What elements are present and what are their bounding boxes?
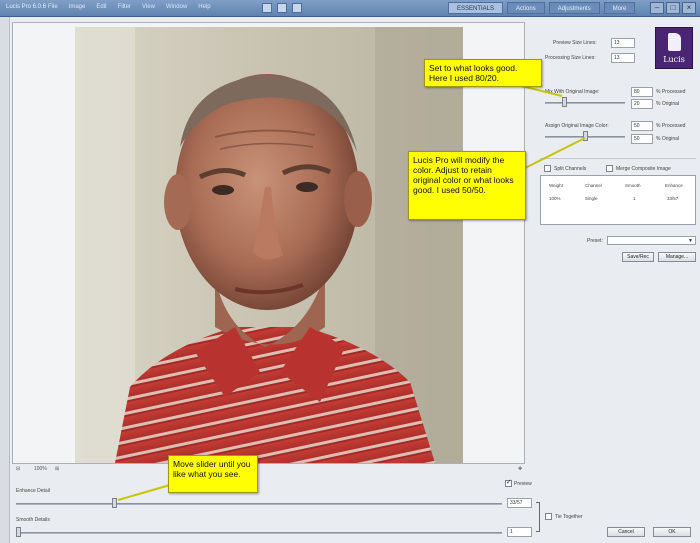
header-weight: Weight — [549, 183, 563, 188]
mix-original-field[interactable]: 20 — [631, 99, 653, 109]
assign-processed-unit: % Processed — [656, 123, 686, 129]
grid-icon[interactable] — [262, 3, 272, 13]
header-enhance: Enhance — [665, 183, 683, 188]
menu-file[interactable]: File — [48, 4, 58, 10]
preview-size-field[interactable]: 13 — [611, 38, 635, 48]
preset-dropdown[interactable]: ▼ — [607, 236, 696, 245]
assign-label: Assign Original Image Color: — [545, 123, 609, 129]
logo-text: Lucis — [663, 55, 685, 64]
minimize-icon[interactable]: – — [650, 2, 664, 14]
layout-icon[interactable] — [277, 3, 287, 13]
cell-channel: Single — [585, 196, 598, 201]
screen-mode-icon[interactable] — [292, 3, 302, 13]
tab-more[interactable]: More — [603, 2, 636, 14]
menu-window[interactable]: Window — [166, 4, 187, 10]
smooth-details-label: Smooth Details — [16, 517, 50, 523]
cell-weight: 100% — [549, 196, 561, 201]
zoom-icon[interactable]: ⊟ — [16, 466, 20, 472]
header-smooth: Smooth — [625, 183, 641, 188]
preview-checkbox[interactable] — [505, 478, 512, 487]
mix-slider[interactable] — [562, 97, 567, 107]
enhance-detail-label: Enhance Detail — [16, 488, 50, 494]
slider-callout: Move slider until you like what you see. — [168, 455, 258, 493]
header-channel: Channel — [585, 183, 602, 188]
pan-icon[interactable]: ✥ — [518, 466, 522, 472]
tab-adjustments[interactable]: Adjustments — [548, 2, 600, 14]
preview-footer: ⊟ 100% ⊞ ✥ — [12, 464, 525, 474]
processing-size-label: Processing Size Lines: — [545, 55, 596, 61]
merge-composite-label: Merge Composite Image — [616, 166, 671, 172]
settings-panel — [527, 22, 698, 542]
cell-smooth: 1 — [633, 196, 636, 201]
assign-slider[interactable] — [583, 131, 588, 141]
cell-enhance: 33/57 — [667, 196, 679, 201]
manage-presets-button[interactable]: Manage... — [658, 252, 696, 262]
portrait-photo — [75, 27, 463, 463]
split-channels-checkbox[interactable] — [544, 165, 551, 172]
window-controls: – □ × — [650, 2, 696, 14]
channel-table: Weight Channel Smooth Enhance 100% Singl… — [540, 175, 696, 225]
preview-size-label: Preview Size Lines: — [553, 40, 597, 46]
mix-processed-field[interactable]: 80 — [631, 87, 653, 97]
zoom-level: 100% — [34, 466, 47, 472]
smooth-details-track[interactable] — [16, 532, 502, 534]
close-icon[interactable]: × — [682, 2, 696, 14]
preview-image[interactable] — [75, 27, 463, 463]
menu-bar: File Image Edit Filter View Window Help — [48, 4, 211, 10]
menu-filter[interactable]: Filter — [118, 4, 131, 10]
color-callout: Lucis Pro will modify the color. Adjust … — [408, 151, 526, 220]
zoom-in-icon[interactable]: ⊞ — [55, 466, 59, 472]
lucis-logo: Lucis — [655, 27, 693, 69]
menu-image[interactable]: Image — [69, 4, 86, 10]
panel-divider — [540, 158, 696, 159]
tab-actions[interactable]: Actions — [507, 2, 545, 14]
enhance-detail-track[interactable] — [16, 503, 502, 505]
split-channels-label: Split Channels — [554, 166, 587, 172]
save-preset-button[interactable]: Save/Rec — [622, 252, 654, 262]
assign-original-field[interactable]: 50 — [631, 134, 653, 144]
menu-edit[interactable]: Edit — [96, 4, 106, 10]
chevron-down-icon: ▼ — [688, 238, 693, 244]
mix-track[interactable] — [545, 102, 625, 104]
toolbar-icons — [262, 3, 302, 13]
mix-processed-unit: % Processed — [656, 89, 686, 95]
mix-callout: Set to what looks good. Here I used 80/2… — [424, 59, 542, 87]
assign-processed-field[interactable]: 50 — [631, 121, 653, 131]
smooth-details-slider[interactable] — [16, 527, 21, 537]
left-edge-strip — [0, 17, 10, 543]
preset-label: Preset: — [587, 238, 603, 244]
logo-mark-icon — [668, 33, 681, 51]
mix-label: Mix With Original Image: — [545, 89, 600, 95]
menu-help[interactable]: Help — [198, 4, 210, 10]
assign-original-unit: % Original — [656, 136, 680, 142]
maximize-icon[interactable]: □ — [666, 2, 680, 14]
merge-composite-checkbox[interactable] — [606, 165, 613, 172]
mix-original-unit: % Original — [656, 101, 680, 107]
tab-essentials[interactable]: ESSENTIALS — [448, 2, 504, 14]
workspace-tabs: ESSENTIALS Actions Adjustments More — [448, 2, 636, 14]
title-bar: Lucis Pro 6.0.6 File Image Edit Filter V… — [0, 0, 700, 17]
processing-size-field[interactable]: 13 — [611, 53, 635, 63]
window-title: Lucis Pro 6.0.6 — [6, 4, 47, 10]
menu-view[interactable]: View — [142, 4, 155, 10]
enhance-detail-slider[interactable] — [112, 498, 117, 508]
slider-callout-arrow — [117, 484, 171, 501]
